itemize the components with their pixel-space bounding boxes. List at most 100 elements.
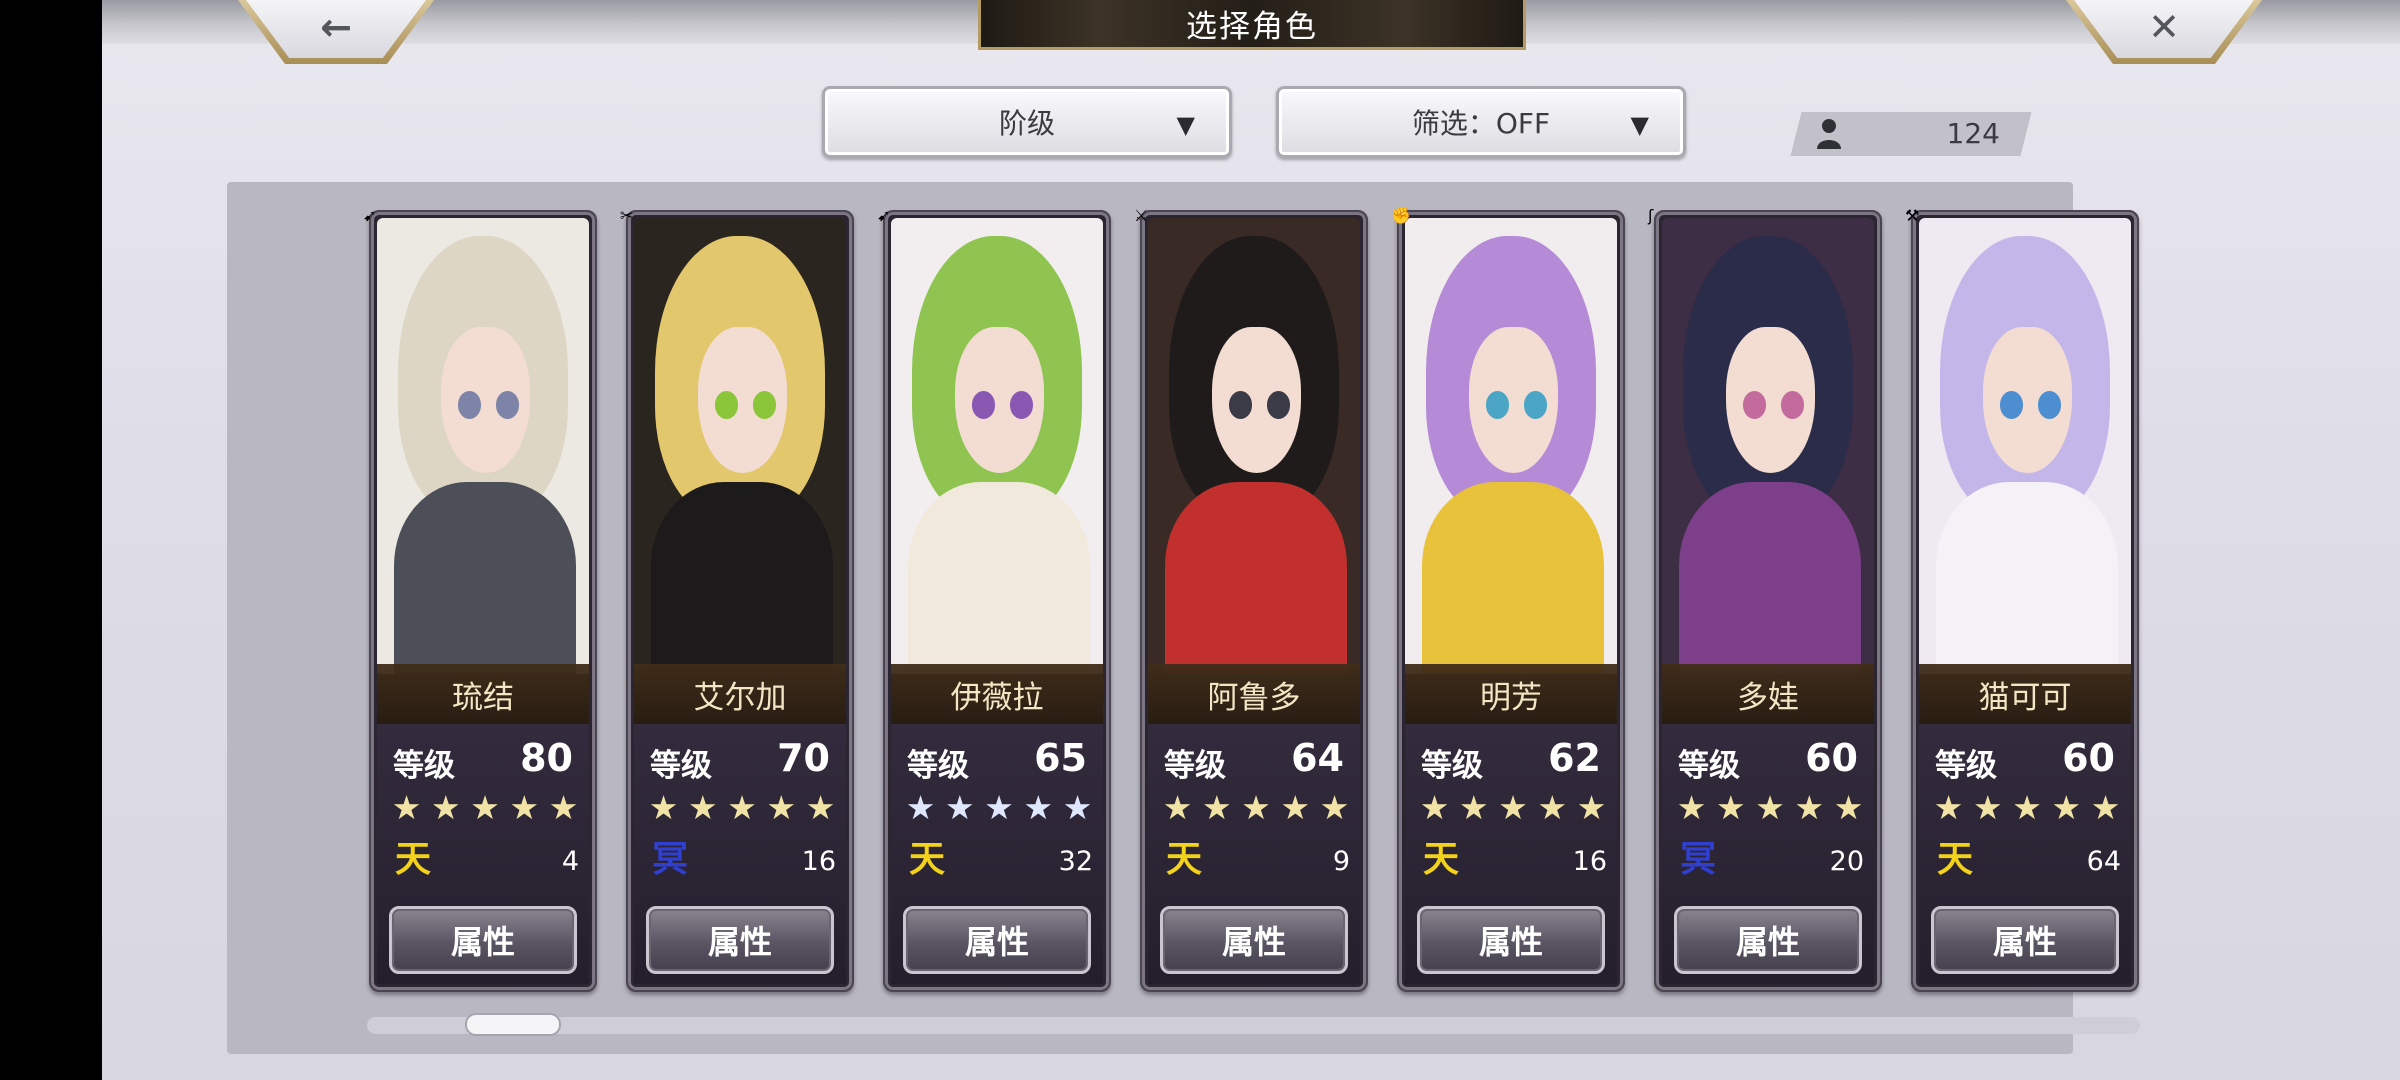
star-icon: ★ (1972, 788, 2003, 827)
scrollbar-track[interactable] (367, 1017, 2140, 1034)
character-portrait (1148, 218, 1360, 674)
star-rating: ★ ★ ★ ★ ★ (901, 786, 1097, 830)
person-icon (1817, 119, 1841, 149)
star-icon: ★ (509, 788, 540, 827)
filter-dropdown[interactable]: 筛选：OFF ▼ (1276, 86, 1686, 158)
character-count: 16 (1572, 846, 1607, 877)
attributes-button[interactable]: 属性 (1160, 906, 1348, 974)
character-count: 32 (1058, 846, 1093, 877)
character-card[interactable]: 多娃 等级 60 ★ ★ ★ ★ ★ 冥 20 属性 (1654, 210, 1882, 992)
roster-count: 124 (1946, 117, 2000, 150)
character-count: 64 (2086, 846, 2121, 877)
star-icon: ★ (727, 788, 757, 827)
star-icon: ★ (2012, 788, 2042, 827)
attributes-button[interactable]: 属性 (1417, 906, 1605, 974)
star-icon: ★ (1715, 788, 1746, 827)
level-label: 等级 (907, 748, 969, 784)
star-rating: ★ ★ ★ ★ ★ (1158, 786, 1354, 830)
close-icon: ✕ (2148, 5, 2180, 49)
character-card[interactable]: 明芳 等级 62 ★ ★ ★ ★ ★ 天 16 属性 (1397, 210, 1625, 992)
star-icon: ★ (1755, 788, 1785, 827)
star-icon: ★ (1537, 788, 1568, 827)
star-icon: ★ (805, 788, 836, 827)
sort-dropdown-label: 阶级 (998, 107, 1055, 140)
attributes-button[interactable]: 属性 (646, 906, 834, 974)
star-icon: ★ (2051, 788, 2082, 827)
character-count: 9 (1332, 846, 1350, 877)
star-icon: ★ (1201, 788, 1232, 827)
character-portrait (1919, 218, 2131, 674)
weapon-type-icon: ⚒ (1905, 206, 1920, 225)
close-button[interactable]: ✕ (2066, 0, 2262, 64)
character-name: 猫可可 (1919, 664, 2131, 724)
level-label: 等级 (1678, 748, 1740, 784)
star-icon: ★ (1833, 788, 1864, 827)
level-value: 65 (1034, 736, 1087, 780)
star-icon: ★ (1676, 788, 1707, 827)
character-card[interactable]: 伊薇拉 等级 65 ★ ★ ★ ★ ★ 天 32 属性 (883, 210, 1111, 992)
attributes-button[interactable]: 属性 (389, 906, 577, 974)
star-icon: ★ (1062, 788, 1093, 827)
character-card[interactable]: 艾尔加 等级 70 ★ ★ ★ ★ ★ 冥 16 属性 (626, 210, 854, 992)
element-emblem-icon: 天 (394, 839, 431, 880)
character-count: 20 (1829, 846, 1864, 877)
page-title-plate: 选择角色 (978, 0, 1526, 50)
attributes-button[interactable]: 属性 (1931, 906, 2119, 974)
star-icon: ★ (1280, 788, 1311, 827)
sort-dropdown[interactable]: 阶级 ▼ (822, 86, 1232, 158)
weapon-type-icon: ʃ (1648, 206, 1654, 225)
weapon-type-icon: ➹ (363, 206, 377, 225)
character-name: 阿鲁多 (1148, 664, 1360, 724)
star-icon: ★ (1933, 788, 1964, 827)
star-icon: ★ (1576, 788, 1607, 827)
page-title: 选择角色 (1186, 9, 1318, 45)
star-icon: ★ (1241, 788, 1271, 827)
character-card[interactable]: 琉结 等级 80 ★ ★ ★ ★ ★ 天 4 属性 (369, 210, 597, 992)
character-name: 明芳 (1405, 664, 1617, 724)
star-rating: ★ ★ ★ ★ ★ (387, 786, 583, 830)
element-emblem-icon: 天 (1422, 839, 1459, 880)
element-emblem-icon: 天 (1165, 839, 1202, 880)
star-icon: ★ (1023, 788, 1054, 827)
star-icon: ★ (984, 788, 1014, 827)
scrollbar-thumb[interactable] (465, 1013, 561, 1036)
level-label: 等级 (1421, 748, 1483, 784)
star-icon: ★ (905, 788, 936, 827)
character-name: 伊薇拉 (891, 664, 1103, 724)
star-rating: ★ ★ ★ ★ ★ (644, 786, 840, 830)
star-icon: ★ (1419, 788, 1450, 827)
character-card[interactable]: 猫可可 等级 60 ★ ★ ★ ★ ★ 天 64 属性 (1911, 210, 2139, 992)
star-icon: ★ (1498, 788, 1528, 827)
element-emblem-icon: 天 (908, 839, 945, 880)
character-name: 琉结 (377, 664, 589, 724)
weapon-type-icon: ✂ (620, 206, 634, 225)
back-button[interactable]: ← (238, 0, 434, 64)
level-label: 等级 (650, 748, 712, 784)
attributes-button[interactable]: 属性 (1674, 906, 1862, 974)
element-emblem-icon: 冥 (1679, 839, 1716, 880)
character-portrait (634, 218, 846, 674)
character-portrait (1405, 218, 1617, 674)
level-label: 等级 (393, 748, 455, 784)
star-icon: ★ (430, 788, 461, 827)
character-count: 16 (801, 846, 836, 877)
star-icon: ★ (1162, 788, 1193, 827)
character-name: 艾尔加 (634, 664, 846, 724)
character-card[interactable]: 阿鲁多 等级 64 ★ ★ ★ ★ ★ 天 9 属性 (1140, 210, 1368, 992)
star-icon: ★ (944, 788, 975, 827)
level-value: 62 (1548, 736, 1601, 780)
character-portrait (377, 218, 589, 674)
character-portrait (891, 218, 1103, 674)
star-icon: ★ (1458, 788, 1489, 827)
character-count: 4 (561, 846, 579, 877)
level-value: 60 (1805, 736, 1858, 780)
character-portrait (1662, 218, 1874, 674)
star-rating: ★ ★ ★ ★ ★ (1929, 786, 2125, 830)
weapon-type-icon: ✊ (1391, 206, 1411, 225)
star-icon: ★ (2090, 788, 2121, 827)
star-icon: ★ (687, 788, 718, 827)
element-emblem-icon: 天 (1936, 839, 1973, 880)
level-label: 等级 (1935, 748, 1997, 784)
level-value: 80 (520, 736, 573, 780)
attributes-button[interactable]: 属性 (903, 906, 1091, 974)
